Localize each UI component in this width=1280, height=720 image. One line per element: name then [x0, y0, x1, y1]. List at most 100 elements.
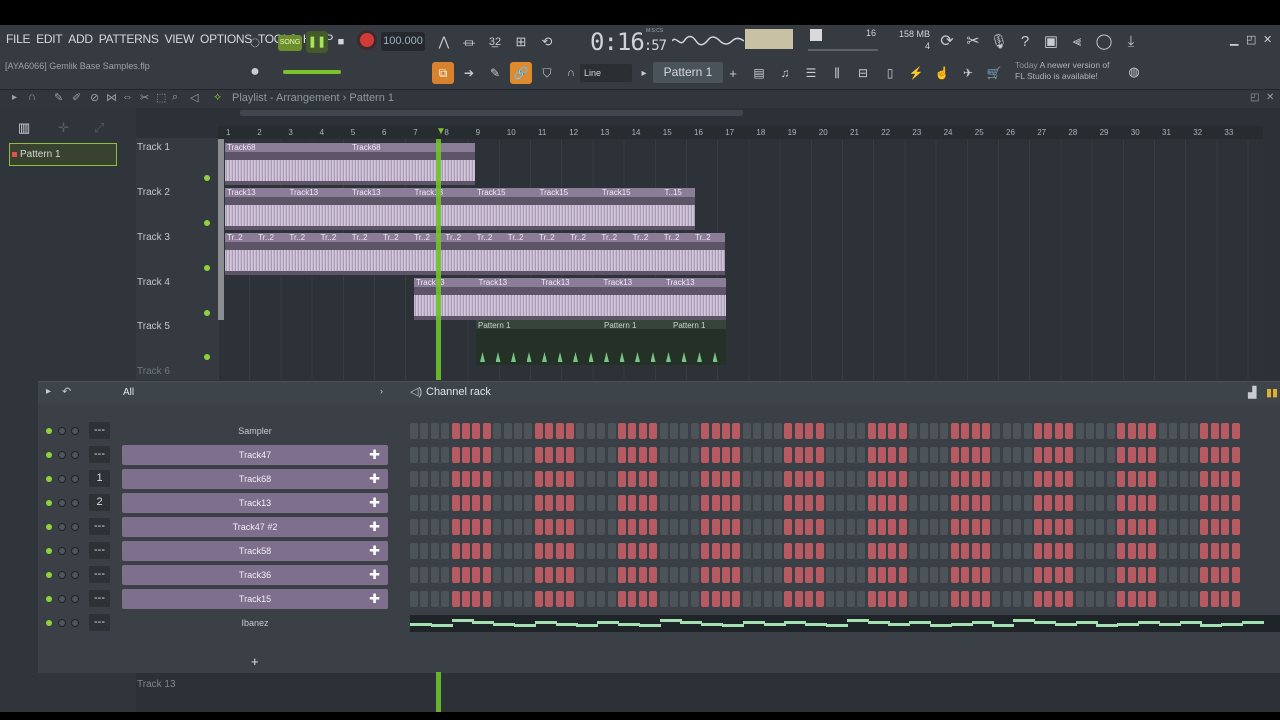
step-button[interactable] — [462, 423, 470, 439]
step-edit-icon[interactable]: ⊞ — [510, 31, 532, 53]
step-button[interactable] — [1169, 423, 1178, 439]
step-button[interactable] — [1065, 495, 1074, 511]
microphone-icon[interactable]: 🎙 — [988, 29, 1010, 53]
step-button[interactable] — [846, 543, 855, 559]
channel-name-button[interactable]: Ibanez — [122, 613, 388, 633]
step-button[interactable] — [836, 519, 845, 535]
step-button[interactable] — [451, 519, 460, 535]
step-button[interactable] — [794, 591, 803, 607]
step-button[interactable] — [857, 519, 866, 535]
step-button[interactable] — [420, 423, 429, 439]
step-button[interactable] — [618, 543, 626, 559]
step-button[interactable] — [628, 519, 637, 535]
step-button[interactable] — [451, 471, 460, 487]
step-button[interactable] — [1210, 519, 1219, 535]
menu-file[interactable]: FILE — [6, 32, 30, 46]
step-button[interactable] — [722, 423, 730, 439]
channel-name-button[interactable]: Track47 #2 ✚ — [122, 517, 388, 537]
step-button[interactable] — [909, 591, 918, 607]
step-button[interactable] — [451, 543, 460, 559]
step-button[interactable] — [1013, 591, 1022, 607]
step-button[interactable] — [690, 591, 699, 607]
step-button[interactable] — [493, 447, 502, 463]
snap-selector[interactable]: Line — [580, 64, 632, 82]
step-button[interactable] — [618, 567, 626, 583]
channel-add-icon[interactable]: ✚ — [369, 565, 380, 585]
step-button[interactable] — [1002, 423, 1011, 439]
step-button[interactable] — [1190, 543, 1198, 559]
step-button[interactable] — [576, 591, 585, 607]
add-pattern-icon[interactable]: + — [726, 64, 740, 82]
step-button[interactable] — [1200, 471, 1209, 487]
step-button[interactable] — [1231, 567, 1240, 583]
step-button[interactable] — [576, 567, 585, 583]
step-button[interactable] — [1179, 423, 1188, 439]
step-button[interactable] — [670, 519, 678, 535]
step-button[interactable] — [410, 495, 418, 511]
step-button[interactable] — [836, 495, 845, 511]
step-button[interactable] — [1065, 423, 1074, 439]
step-button[interactable] — [982, 591, 990, 607]
step-button[interactable] — [451, 567, 460, 583]
channel-name-button[interactable]: Track13 ✚ — [122, 493, 388, 513]
step-button[interactable] — [732, 591, 741, 607]
step-button[interactable] — [1065, 471, 1074, 487]
step-button[interactable] — [555, 591, 564, 607]
step-button[interactable] — [1221, 447, 1230, 463]
step-button[interactable] — [1148, 567, 1157, 583]
step-button[interactable] — [1210, 591, 1219, 607]
step-button[interactable] — [410, 471, 418, 487]
step-button[interactable] — [711, 543, 720, 559]
step-button[interactable] — [451, 423, 460, 439]
step-button[interactable] — [919, 423, 928, 439]
step-button[interactable] — [794, 543, 803, 559]
step-button[interactable] — [753, 471, 762, 487]
step-button[interactable] — [430, 471, 439, 487]
step-button[interactable] — [763, 567, 772, 583]
step-button[interactable] — [909, 567, 918, 583]
step-button[interactable] — [1044, 567, 1053, 583]
playlist-maximize-icon[interactable]: ◰ — [1250, 92, 1259, 103]
step-button[interactable] — [680, 519, 689, 535]
channel-pan-knob[interactable] — [58, 427, 66, 435]
step-button[interactable] — [566, 567, 574, 583]
step-button[interactable] — [649, 423, 658, 439]
step-button[interactable] — [701, 543, 710, 559]
step-button[interactable] — [618, 495, 626, 511]
step-button[interactable] — [1096, 447, 1105, 463]
step-button[interactable] — [888, 567, 897, 583]
step-button[interactable] — [826, 519, 834, 535]
audio-clip[interactable]: Track13 Track13 Track13 Track13 Track13 — [414, 278, 726, 320]
step-button[interactable] — [961, 423, 970, 439]
step-button[interactable] — [462, 543, 470, 559]
step-button[interactable] — [878, 543, 886, 559]
step-button[interactable] — [1169, 495, 1178, 511]
loop-record-icon[interactable]: ⟲ — [536, 31, 558, 53]
draw-tool-icon[interactable]: ✎ — [54, 91, 63, 104]
step-button[interactable] — [545, 543, 554, 559]
step-button[interactable] — [462, 567, 470, 583]
step-button[interactable] — [410, 567, 418, 583]
step-button[interactable] — [618, 471, 626, 487]
step-button[interactable] — [659, 519, 668, 535]
step-button[interactable] — [638, 591, 647, 607]
step-button[interactable] — [971, 447, 980, 463]
step-button[interactable] — [441, 471, 450, 487]
step-button[interactable] — [1106, 543, 1115, 559]
step-button[interactable] — [722, 495, 730, 511]
step-button[interactable] — [909, 495, 918, 511]
step-button[interactable] — [857, 423, 866, 439]
step-button[interactable] — [1013, 423, 1022, 439]
step-button[interactable] — [607, 519, 616, 535]
step-button[interactable] — [794, 495, 803, 511]
channel-pan-knob[interactable] — [58, 571, 66, 579]
channel-pan-knob[interactable] — [58, 475, 66, 483]
step-button[interactable] — [732, 567, 741, 583]
step-button[interactable] — [815, 567, 824, 583]
step-button[interactable] — [815, 543, 824, 559]
step-button[interactable] — [1190, 567, 1198, 583]
step-button[interactable] — [503, 591, 512, 607]
step-button[interactable] — [503, 495, 512, 511]
step-button[interactable] — [732, 495, 741, 511]
step-button[interactable] — [909, 447, 918, 463]
